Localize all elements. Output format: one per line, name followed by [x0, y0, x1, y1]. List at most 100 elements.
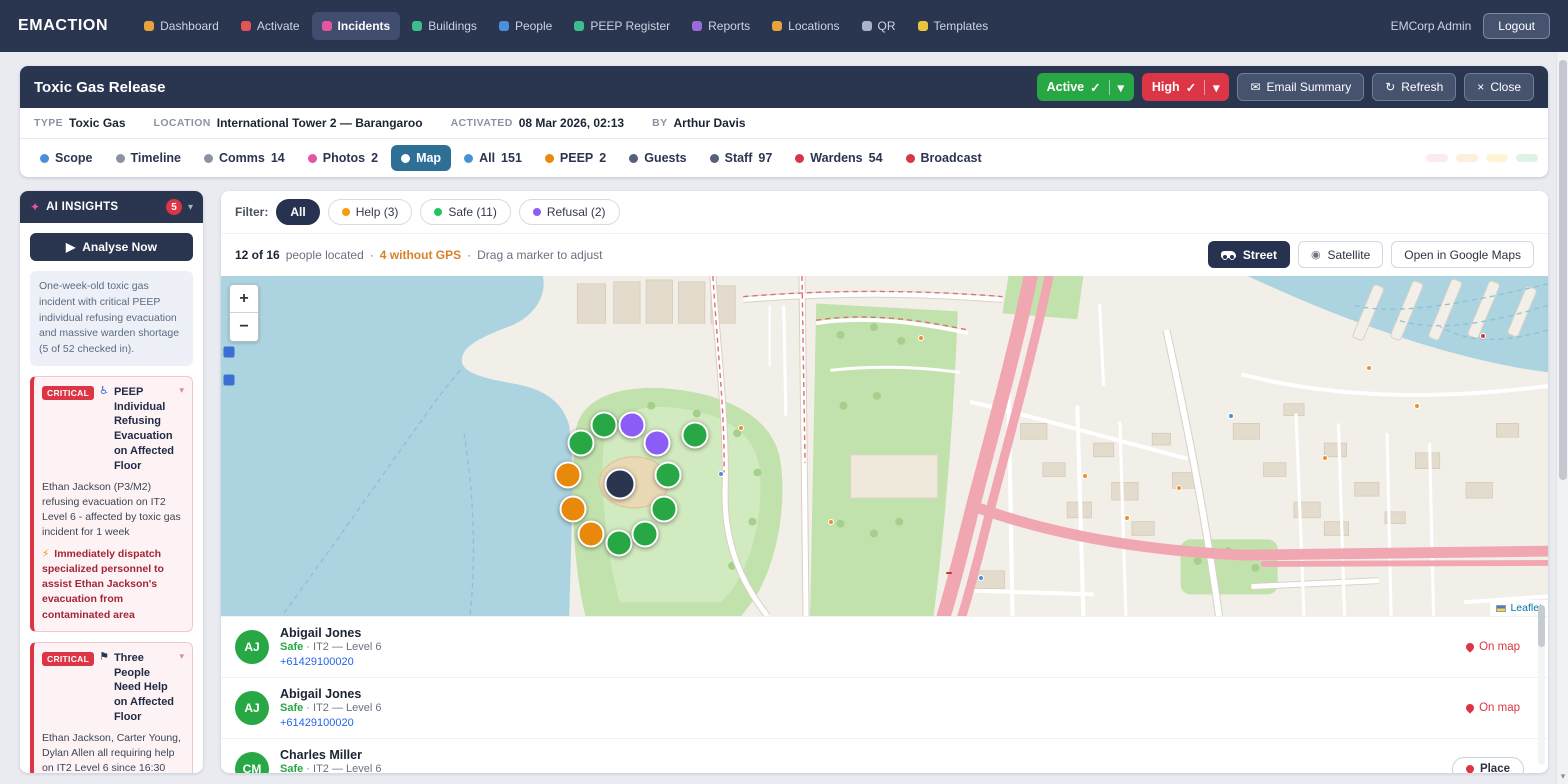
map-person-marker[interactable] [577, 520, 605, 548]
filter-pill[interactable]: Safe (11) [420, 199, 511, 225]
scroll-down-button[interactable]: ▾ [1557, 771, 1568, 782]
filter-pill[interactable]: Refusal (2) [518, 199, 620, 225]
tab-count: 2 [599, 151, 607, 165]
nav-item-label: Incidents [337, 19, 391, 33]
tab[interactable]: Scope [30, 145, 103, 171]
map-person-marker[interactable] [681, 421, 709, 449]
map-person-marker[interactable] [643, 429, 671, 457]
nav-item-label: Dashboard [160, 19, 219, 33]
map-person-marker[interactable] [604, 468, 636, 500]
satellite-view-button[interactable]: ◉ Satellite [1297, 241, 1384, 268]
map-canvas[interactable]: + − Leaflet [221, 276, 1548, 616]
meta-value: Toxic Gas [69, 116, 126, 130]
refresh-button[interactable]: ↻ Refresh [1372, 73, 1457, 101]
tab[interactable]: Timeline [106, 145, 191, 171]
check-icon: ✓ [1185, 80, 1197, 95]
tab[interactable]: Staff 97 [700, 145, 783, 171]
status-count-badge[interactable] [1486, 154, 1508, 162]
person-row[interactable]: AJ Abigail Jones Safe · IT2 — Level 6 +6… [221, 616, 1548, 677]
status-count-badge[interactable] [1426, 154, 1448, 162]
tab-label: Photos [322, 151, 366, 165]
filter-pill-label: All [290, 205, 306, 219]
check-icon: ✓ [1090, 80, 1101, 95]
analyse-now-button[interactable]: ▶ Analyse Now [30, 233, 193, 261]
map-person-marker[interactable] [567, 429, 595, 457]
person-status: Safe · IT2 — Level 6 [280, 702, 382, 714]
map-person-marker[interactable] [559, 495, 587, 523]
chevron-down-icon: ▾ [1213, 80, 1220, 95]
map-status-row: 12 of 16 people located · 4 without GPS … [221, 234, 1548, 276]
map-base-layer [221, 276, 1548, 616]
status-count-badge[interactable] [1456, 154, 1478, 162]
page-scrollbar-thumb[interactable] [1559, 60, 1567, 480]
avatar: AJ [235, 630, 269, 664]
collapse-caret-icon[interactable]: ▾ [179, 385, 184, 396]
tab[interactable]: Wardens 54 [785, 145, 892, 171]
page-scrollbar[interactable]: ▾ [1556, 52, 1568, 784]
insight-title: Three People Need Help on Affected Floor [113, 651, 175, 724]
person-row[interactable]: AJ Abigail Jones Safe · IT2 — Level 6 +6… [221, 677, 1548, 738]
nav-item[interactable]: Activate [231, 12, 310, 40]
nav-item[interactable]: QR [852, 12, 906, 40]
tab[interactable]: PEEP 2 [535, 145, 616, 171]
location-text: · IT2 — Level 6 [303, 641, 382, 653]
insight-card[interactable]: CRITICAL ♿ PEEP Individual Refusing Evac… [30, 375, 193, 632]
ai-count-badge: 5 [165, 199, 182, 215]
ai-insights-title: AI INSIGHTS [46, 201, 119, 213]
tab[interactable]: Comms 14 [194, 145, 295, 171]
tab-label: All [479, 151, 496, 165]
map-tab-panel: Filter: All Help (3) Safe (11) Refusal (… [221, 191, 1548, 773]
logout-button[interactable]: Logout [1483, 13, 1550, 39]
status-count-badge[interactable] [1516, 154, 1538, 162]
map-person-marker[interactable] [654, 461, 682, 489]
list-scrollbar-thumb[interactable] [1538, 605, 1545, 647]
map-person-marker[interactable] [631, 520, 659, 548]
map-person-marker[interactable] [605, 529, 633, 557]
map-person-marker[interactable] [554, 461, 582, 489]
tab[interactable]: Broadcast [896, 145, 992, 171]
zoom-in-button[interactable]: + [230, 285, 258, 313]
nav-item[interactable]: Dashboard [134, 12, 229, 40]
nav-item[interactable]: Templates [908, 12, 999, 40]
person-phone-link[interactable]: +61429100020 [280, 717, 354, 729]
nav-item[interactable]: People [489, 12, 562, 40]
map-person-marker[interactable] [590, 411, 618, 439]
filter-pill[interactable]: Help (3) [327, 199, 413, 225]
insight-card[interactable]: CRITICAL ⚑ Three People Need Help on Aff… [30, 641, 193, 773]
on-map-indicator[interactable]: On map [1464, 641, 1520, 653]
map-person-marker[interactable] [618, 411, 646, 439]
on-map-indicator[interactable]: On map [1464, 702, 1520, 714]
nav-item[interactable]: Reports [682, 12, 760, 40]
email-summary-button[interactable]: ✉ Email Summary [1237, 73, 1365, 101]
nav-item[interactable]: PEEP Register [564, 12, 680, 40]
close-button[interactable]: × Close [1464, 73, 1534, 101]
filter-label: Filter: [235, 205, 269, 219]
nav-item[interactable]: Locations [762, 12, 849, 40]
nav-item[interactable]: Incidents [311, 12, 401, 40]
open-google-maps-button[interactable]: Open in Google Maps [1391, 241, 1534, 268]
critical-badge: CRITICAL [42, 651, 95, 666]
map-person-marker[interactable] [650, 495, 678, 523]
ai-summary-text: One-week-old toxic gas incident with cri… [30, 271, 193, 366]
separator: · [369, 247, 374, 262]
tab[interactable]: All 151 [454, 145, 532, 171]
tab[interactable]: Map [391, 145, 452, 171]
severity-dropdown[interactable]: High ✓ ▾ [1141, 73, 1230, 101]
place-button[interactable]: Place [1451, 757, 1524, 773]
nav-item-label: Buildings [428, 19, 477, 33]
street-view-button[interactable]: Street [1207, 241, 1290, 268]
person-phone-link[interactable]: +61429100020 [280, 656, 354, 668]
person-row[interactable]: CM Charles Miller Safe · IT2 — Level 6 +… [221, 738, 1548, 773]
tab[interactable]: Guests [619, 145, 696, 171]
meta-by: BY Arthur Davis [652, 116, 745, 130]
tab[interactable]: Photos 2 [298, 145, 388, 171]
filter-row: Filter: All Help (3) Safe (11) Refusal (… [221, 191, 1548, 234]
status-dropdown[interactable]: Active ✓ ▾ [1036, 73, 1134, 101]
collapse-caret-icon[interactable]: ▾ [179, 651, 184, 662]
ai-insights-header[interactable]: ✦ AI INSIGHTS 5 ▾ [20, 191, 203, 223]
filter-pill[interactable]: All [276, 199, 320, 225]
chevron-down-icon[interactable]: ▾ [188, 202, 193, 213]
nav-item[interactable]: Buildings [402, 12, 487, 40]
list-scrollbar[interactable] [1538, 605, 1545, 765]
zoom-out-button[interactable]: − [230, 313, 258, 341]
